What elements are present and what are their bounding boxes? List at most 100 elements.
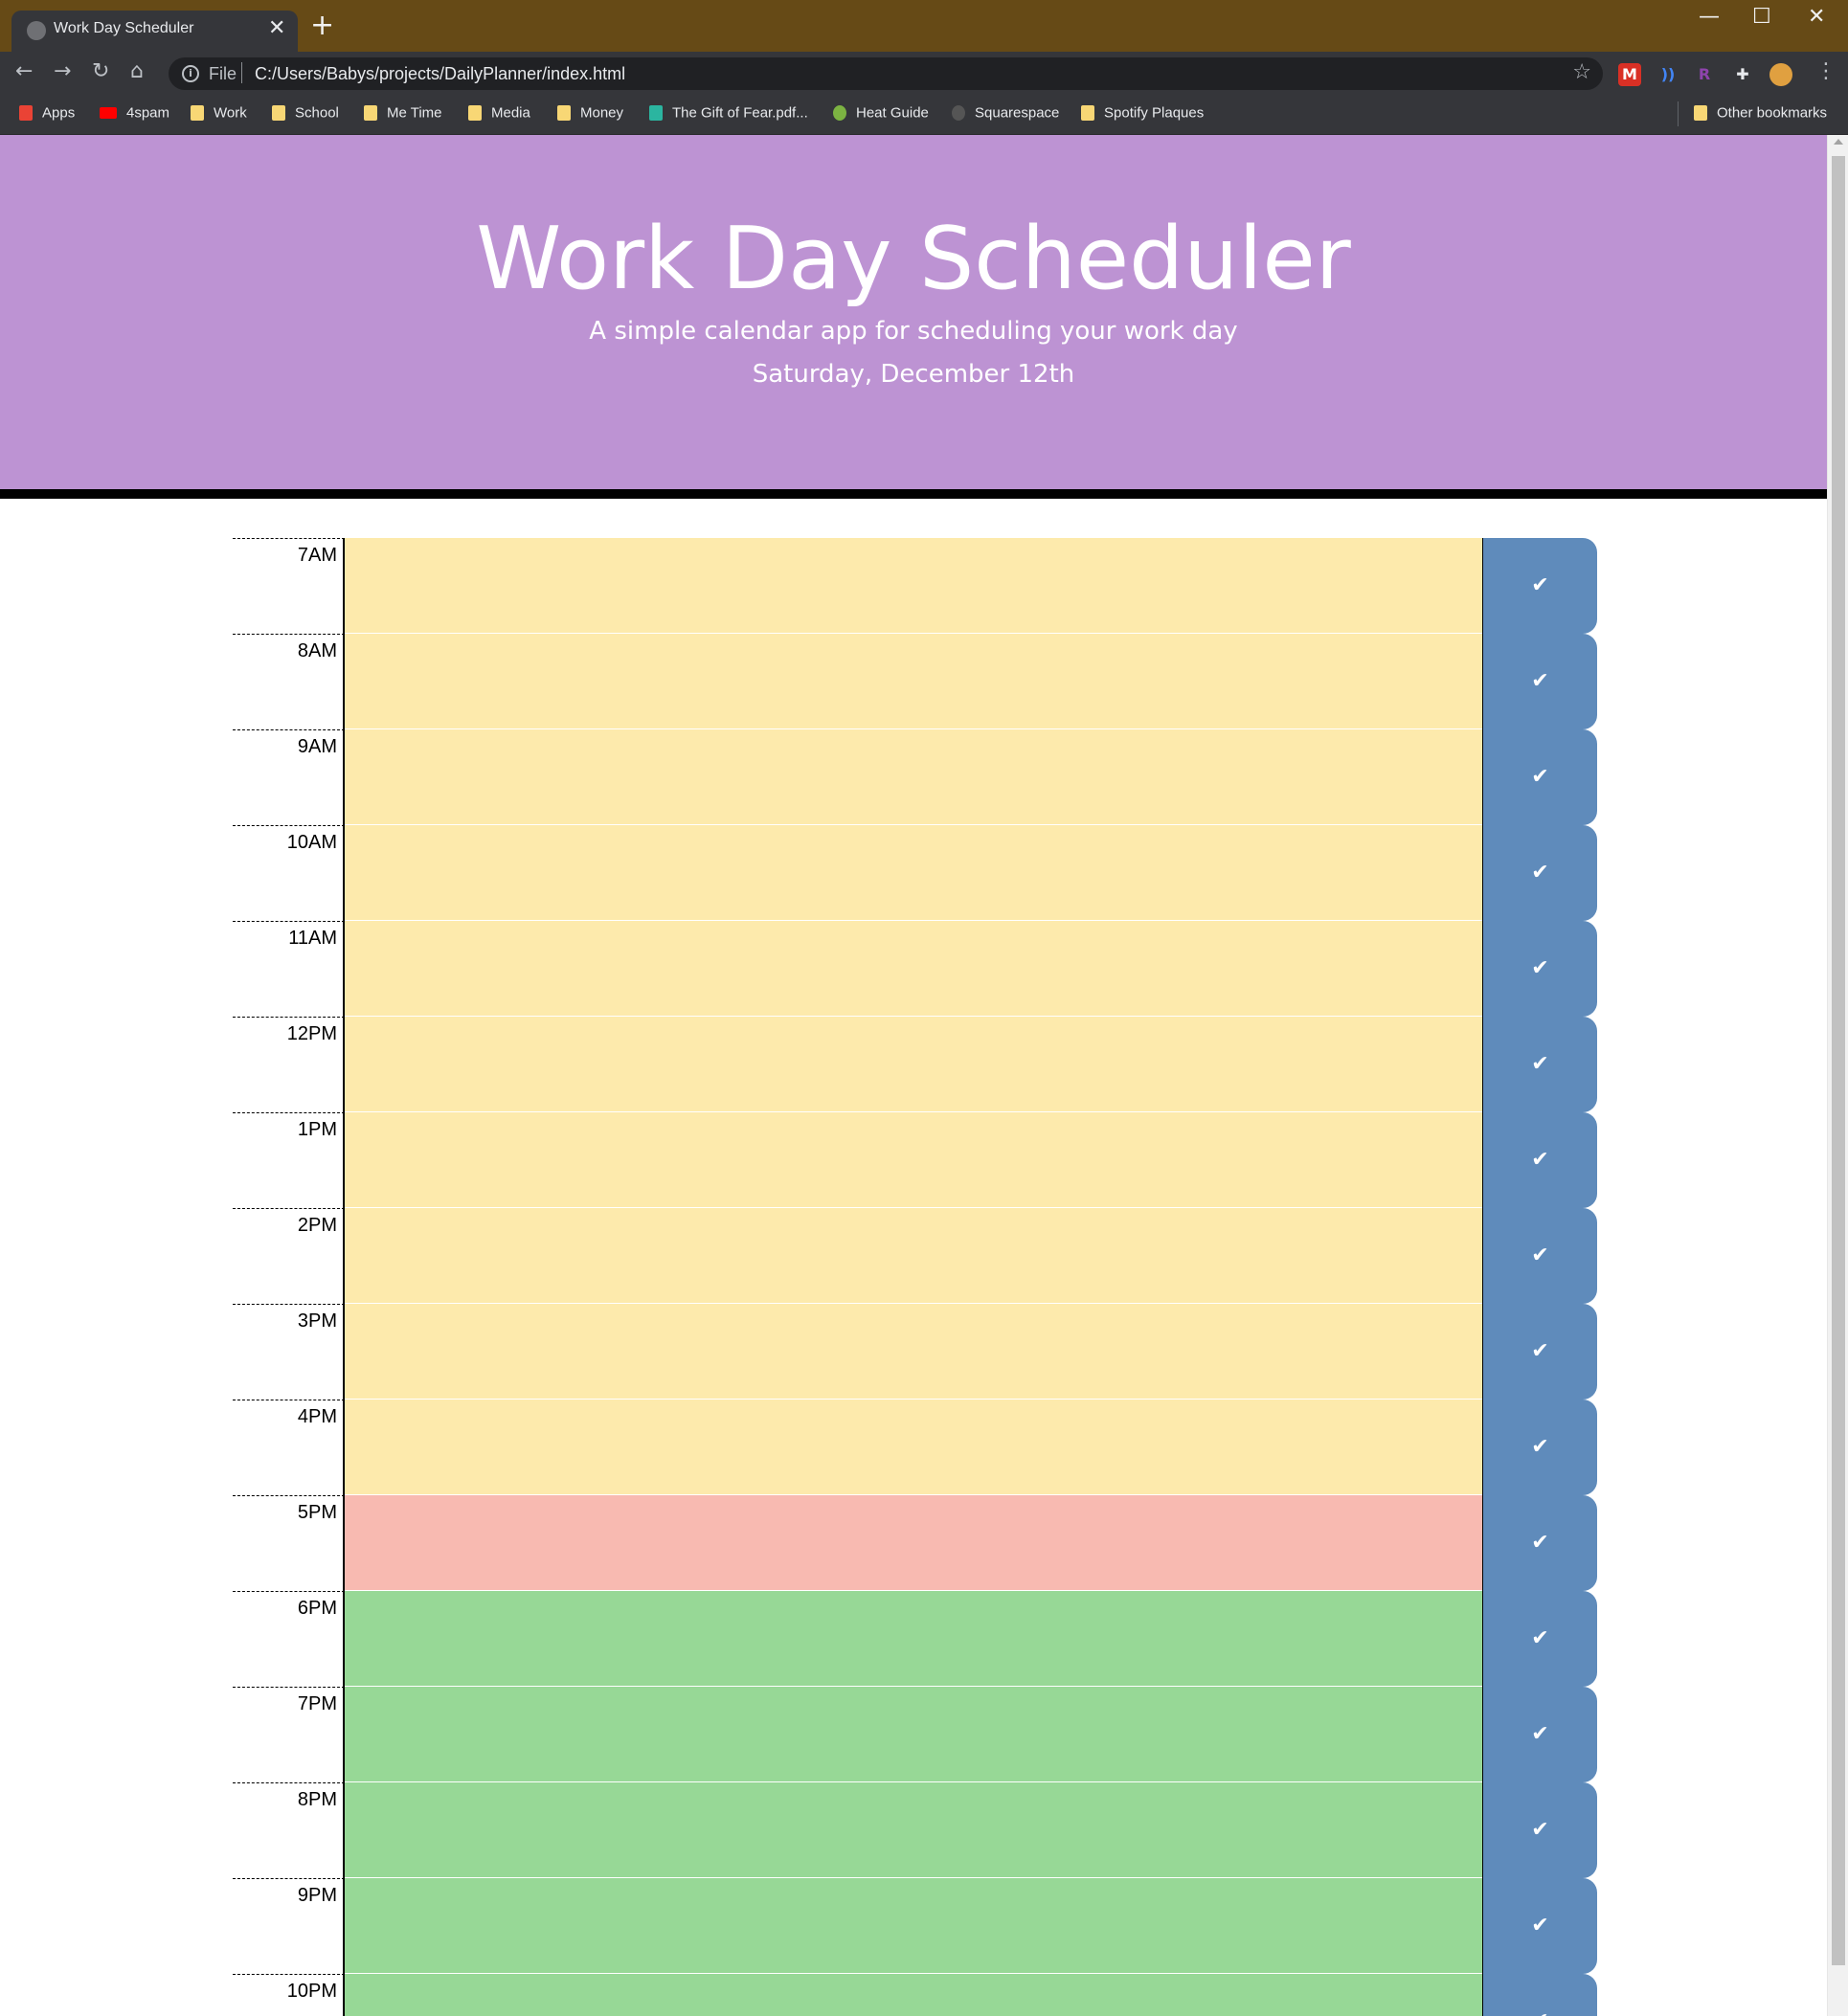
bookmarks-bar: Apps 4spam Work School Me Time Media Mon… bbox=[0, 96, 1848, 135]
document-icon bbox=[649, 105, 663, 122]
vertical-scrollbar[interactable] bbox=[1827, 135, 1848, 2016]
save-button[interactable]: ✔ bbox=[1482, 1878, 1597, 1974]
home-icon[interactable]: ⌂ bbox=[130, 59, 144, 84]
event-description-input[interactable] bbox=[345, 538, 1482, 634]
bookmark-work[interactable]: Work bbox=[191, 104, 247, 125]
check-icon: ✔ bbox=[1531, 1243, 1549, 1267]
wifi-extension-icon[interactable]: )) bbox=[1656, 63, 1679, 86]
folder-icon bbox=[1081, 105, 1094, 122]
url-divider bbox=[241, 62, 242, 83]
scroll-up-arrow-icon[interactable] bbox=[1834, 139, 1843, 145]
youtube-icon bbox=[100, 107, 117, 120]
event-description-input[interactable] bbox=[345, 1591, 1482, 1687]
save-button[interactable]: ✔ bbox=[1482, 1112, 1597, 1208]
hour-label: 5PM bbox=[233, 1495, 345, 1591]
current-day: Saturday, December 12th bbox=[752, 360, 1075, 389]
event-description-input[interactable] bbox=[345, 1782, 1482, 1878]
browser-tab-active[interactable]: Work Day Scheduler ✕ bbox=[11, 11, 298, 52]
page-viewport: Work Day Scheduler A simple calendar app… bbox=[0, 135, 1827, 2016]
save-button[interactable]: ✔ bbox=[1482, 921, 1597, 1017]
reload-icon[interactable]: ↻ bbox=[92, 59, 109, 84]
time-block-row: 3PM ✔ bbox=[233, 1304, 1597, 1400]
save-button[interactable]: ✔ bbox=[1482, 1687, 1597, 1782]
bookmark-gift-of-fear[interactable]: The Gift of Fear.pdf... bbox=[649, 104, 808, 125]
hour-label: 9PM bbox=[233, 1878, 345, 1974]
save-button[interactable]: ✔ bbox=[1482, 1591, 1597, 1687]
hour-label: 9AM bbox=[233, 729, 345, 825]
event-description-input[interactable] bbox=[345, 1495, 1482, 1591]
event-description-input[interactable] bbox=[345, 1687, 1482, 1782]
check-icon: ✔ bbox=[1531, 1339, 1549, 1363]
window-close-icon[interactable]: ✕ bbox=[1808, 5, 1825, 29]
address-bar[interactable]: i File C:/Users/Babys/projects/DailyPlan… bbox=[169, 57, 1603, 90]
bookmark-me-time[interactable]: Me Time bbox=[364, 104, 442, 125]
back-icon[interactable]: ← bbox=[15, 59, 33, 84]
bookmark-media[interactable]: Media bbox=[468, 104, 530, 125]
bookmark-other[interactable]: Other bookmarks bbox=[1694, 104, 1827, 125]
save-button[interactable]: ✔ bbox=[1482, 1400, 1597, 1495]
folder-icon bbox=[468, 105, 482, 122]
hour-label: 4PM bbox=[233, 1400, 345, 1495]
save-button[interactable]: ✔ bbox=[1482, 1495, 1597, 1591]
bookmark-squarespace[interactable]: Squarespace bbox=[952, 104, 1059, 125]
time-block-row: 6PM ✔ bbox=[233, 1591, 1597, 1687]
menu-kebab-icon[interactable]: ⋮ bbox=[1815, 59, 1837, 84]
event-description-input[interactable] bbox=[345, 1304, 1482, 1400]
event-description-input[interactable] bbox=[345, 1017, 1482, 1112]
check-icon: ✔ bbox=[1531, 1626, 1549, 1650]
save-button[interactable]: ✔ bbox=[1482, 1017, 1597, 1112]
hour-label: 7PM bbox=[233, 1687, 345, 1782]
event-description-input[interactable] bbox=[345, 1974, 1482, 2016]
check-icon: ✔ bbox=[1531, 669, 1549, 693]
hour-label: 7AM bbox=[233, 538, 345, 634]
close-tab-icon[interactable]: ✕ bbox=[268, 16, 285, 40]
save-button[interactable]: ✔ bbox=[1482, 538, 1597, 634]
maximize-icon[interactable]: ☐ bbox=[1752, 5, 1771, 29]
folder-icon bbox=[1694, 105, 1707, 122]
save-button[interactable]: ✔ bbox=[1482, 1304, 1597, 1400]
bookmark-apps[interactable]: Apps bbox=[19, 104, 75, 125]
profile-avatar[interactable] bbox=[1769, 63, 1792, 86]
save-button[interactable]: ✔ bbox=[1482, 1974, 1597, 2016]
hour-label: 11AM bbox=[233, 921, 345, 1017]
check-icon: ✔ bbox=[1531, 956, 1549, 980]
check-icon: ✔ bbox=[1531, 1148, 1549, 1172]
r-extension-icon[interactable]: R bbox=[1693, 63, 1716, 86]
time-block-list: 7AM ✔ 8AM ✔ 9AM ✔ 10AM ✔ 11AM ✔ 12PM ✔ 1PM ✔ 2PM ✔ 3PM ✔ 4… bbox=[233, 538, 1597, 2016]
event-description-input[interactable] bbox=[345, 825, 1482, 921]
event-description-input[interactable] bbox=[345, 1112, 1482, 1208]
new-tab-button[interactable]: + bbox=[310, 11, 334, 40]
forward-icon[interactable]: → bbox=[54, 59, 71, 84]
info-icon[interactable]: i bbox=[182, 65, 199, 82]
bookmark-spotify-plaques[interactable]: Spotify Plaques bbox=[1081, 104, 1204, 125]
event-description-input[interactable] bbox=[345, 1878, 1482, 1974]
save-button[interactable]: ✔ bbox=[1482, 1782, 1597, 1878]
event-description-input[interactable] bbox=[345, 1400, 1482, 1495]
globe-icon bbox=[27, 21, 46, 40]
scroll-thumb[interactable] bbox=[1832, 156, 1845, 1965]
event-description-input[interactable] bbox=[345, 921, 1482, 1017]
puzzle-icon[interactable]: ✚ bbox=[1731, 63, 1754, 86]
gmail-extension-icon[interactable]: M bbox=[1618, 63, 1641, 86]
check-icon: ✔ bbox=[1531, 1818, 1549, 1842]
time-block-row: 8AM ✔ bbox=[233, 634, 1597, 729]
check-icon: ✔ bbox=[1531, 1531, 1549, 1555]
folder-icon bbox=[364, 105, 377, 122]
bookmark-star-icon[interactable]: ☆ bbox=[1572, 60, 1591, 84]
hour-label: 8PM bbox=[233, 1782, 345, 1878]
page-header: Work Day Scheduler A simple calendar app… bbox=[0, 135, 1827, 499]
bookmark-money[interactable]: Money bbox=[557, 104, 623, 125]
bookmark-heat-guide[interactable]: Heat Guide bbox=[833, 104, 929, 125]
bookmark-4spam[interactable]: 4spam bbox=[100, 104, 169, 125]
event-description-input[interactable] bbox=[345, 729, 1482, 825]
save-button[interactable]: ✔ bbox=[1482, 634, 1597, 729]
minimize-icon[interactable]: — bbox=[1699, 5, 1720, 29]
event-description-input[interactable] bbox=[345, 1208, 1482, 1304]
event-description-input[interactable] bbox=[345, 634, 1482, 729]
apps-grid-icon bbox=[19, 105, 33, 122]
save-button[interactable]: ✔ bbox=[1482, 1208, 1597, 1304]
save-button[interactable]: ✔ bbox=[1482, 729, 1597, 825]
bookmark-school[interactable]: School bbox=[272, 104, 339, 125]
url-text[interactable]: C:/Users/Babys/projects/DailyPlanner/ind… bbox=[255, 64, 625, 84]
save-button[interactable]: ✔ bbox=[1482, 825, 1597, 921]
